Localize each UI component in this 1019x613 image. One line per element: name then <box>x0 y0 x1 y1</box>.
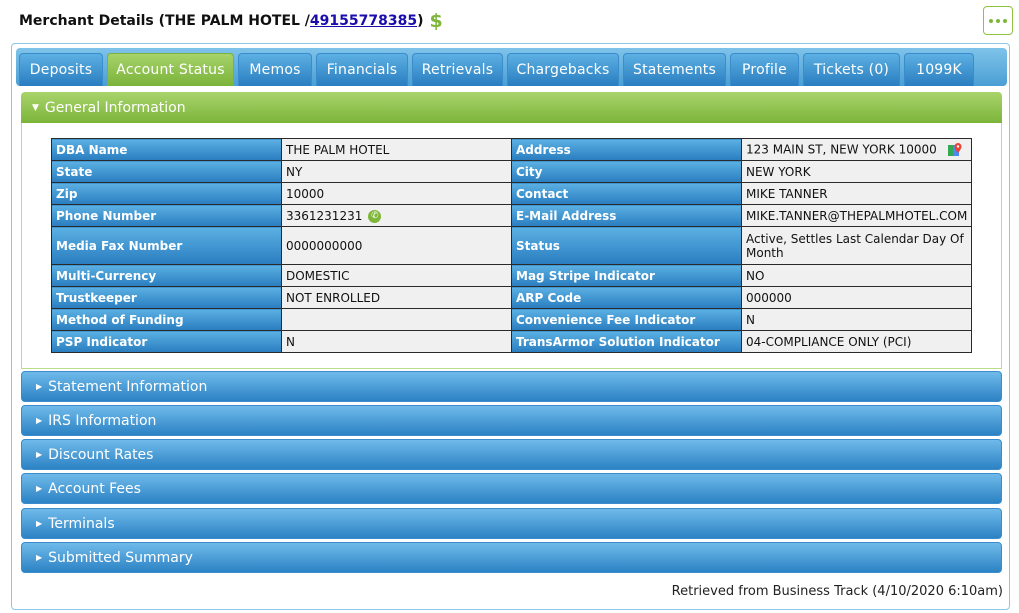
section-account-fees[interactable]: ▶ Account Fees <box>21 473 1002 504</box>
table-row: Trustkeeper NOT ENROLLED ARP Code 000000 <box>51 286 973 309</box>
label-phone: Phone Number <box>51 204 282 227</box>
tab-financials[interactable]: Financials <box>316 53 408 86</box>
tab-chargebacks[interactable]: Chargebacks <box>507 53 619 86</box>
value-dba-name: THE PALM HOTEL <box>281 138 512 161</box>
value-transarmor: 04-COMPLIANCE ONLY (PCI) <box>740 330 973 353</box>
label-contact: Contact <box>511 182 742 205</box>
caret-right-icon: ▶ <box>36 553 43 562</box>
value-method-of-funding <box>281 308 512 331</box>
table-row: DBA Name THE PALM HOTEL Address 123 MAIN… <box>51 138 973 161</box>
tab-account-status[interactable]: Account Status <box>107 53 234 86</box>
label-state: State <box>51 160 282 183</box>
caret-right-icon: ▶ <box>36 416 43 425</box>
value-address-cell: 123 MAIN ST, NEW YORK 10000 <box>740 138 973 161</box>
table-row: State NY City NEW YORK <box>51 160 973 183</box>
label-zip: Zip <box>51 182 282 205</box>
value-phone: 3361231231 <box>286 208 363 223</box>
section-title: General Information <box>44 99 186 116</box>
label-email: E-Mail Address <box>511 204 742 227</box>
section-label: IRS Information <box>48 412 157 429</box>
caret-down-icon: ▼ <box>32 102 39 113</box>
section-label: Account Fees <box>48 480 141 497</box>
general-information-body: DBA Name THE PALM HOTEL Address 123 MAIN… <box>21 123 1002 369</box>
section-submitted-summary[interactable]: ▶ Submitted Summary <box>21 542 1002 573</box>
caret-right-icon: ▶ <box>36 450 43 459</box>
label-address: Address <box>511 138 742 161</box>
tab-deposits[interactable]: Deposits <box>19 53 103 86</box>
phone-icon[interactable]: ✆ <box>368 209 382 223</box>
title-prefix: Merchant Details (THE PALM HOTEL / <box>19 13 310 29</box>
value-contact: MIKE TANNER <box>740 182 973 205</box>
table-row: Phone Number 3361231231 ✆ E-Mail Address … <box>51 204 973 227</box>
label-city: City <box>511 160 742 183</box>
label-status: Status <box>511 226 742 265</box>
dollar-icon[interactable]: $ <box>429 11 442 31</box>
label-convenience-fee: Convenience Fee Indicator <box>511 308 742 331</box>
value-address: 123 MAIN ST, NEW YORK 10000 <box>746 142 937 156</box>
value-zip: 10000 <box>281 182 512 205</box>
tab-retrievals[interactable]: Retrievals <box>412 53 503 86</box>
table-row: PSP Indicator N TransArmor Solution Indi… <box>51 330 973 353</box>
tab-tickets[interactable]: Tickets (0) <box>803 53 900 86</box>
title-suffix: ) <box>417 13 424 29</box>
tab-memos[interactable]: Memos <box>238 53 312 86</box>
value-mag-stripe: NO <box>740 264 973 287</box>
general-info-table: DBA Name THE PALM HOTEL Address 123 MAIN… <box>51 138 973 353</box>
dot-icon <box>1003 18 1007 23</box>
value-phone-cell: 3361231231 ✆ <box>281 204 512 227</box>
section-label: Submitted Summary <box>48 549 193 566</box>
value-media-fax: 0000000000 <box>281 226 512 265</box>
table-row: Zip 10000 Contact MIKE TANNER <box>51 182 973 205</box>
section-statement-information[interactable]: ▶ Statement Information <box>21 371 1002 402</box>
value-email: MIKE.TANNER@THEPALMHOTEL.COM <box>740 204 973 227</box>
dot-icon <box>989 18 993 23</box>
merchant-panel: Deposits Account Status Memos Financials… <box>11 43 1010 610</box>
map-pin-icon[interactable] <box>947 142 963 158</box>
retrieved-timestamp: Retrieved from Business Track (4/10/2020… <box>671 584 1003 599</box>
more-options-button[interactable] <box>983 6 1013 35</box>
table-row: Method of Funding Convenience Fee Indica… <box>51 308 973 331</box>
tab-bar: Deposits Account Status Memos Financials… <box>16 48 1007 86</box>
value-city: NEW YORK <box>740 160 973 183</box>
section-label: Terminals <box>48 515 115 532</box>
section-label: Discount Rates <box>48 446 154 463</box>
tab-1099k[interactable]: 1099K <box>904 53 974 86</box>
section-discount-rates[interactable]: ▶ Discount Rates <box>21 439 1002 470</box>
value-trustkeeper: NOT ENROLLED <box>281 286 512 309</box>
label-mag-stripe: Mag Stripe Indicator <box>511 264 742 287</box>
dot-icon <box>996 18 1000 23</box>
merchant-id-link[interactable]: 49155778385 <box>310 13 417 29</box>
value-arp-code: 000000 <box>740 286 973 309</box>
table-row: Multi-Currency DOMESTIC Mag Stripe Indic… <box>51 264 973 287</box>
caret-right-icon: ▶ <box>36 382 43 391</box>
section-label: Statement Information <box>48 378 208 395</box>
label-arp-code: ARP Code <box>511 286 742 309</box>
label-multi-currency: Multi-Currency <box>51 264 282 287</box>
caret-right-icon: ▶ <box>36 484 43 493</box>
value-multi-currency: DOMESTIC <box>281 264 512 287</box>
label-psp-indicator: PSP Indicator <box>51 330 282 353</box>
section-irs-information[interactable]: ▶ IRS Information <box>21 405 1002 436</box>
section-terminals[interactable]: ▶ Terminals <box>21 508 1002 539</box>
tab-profile[interactable]: Profile <box>730 53 799 86</box>
table-row: Media Fax Number 0000000000 Status Activ… <box>51 226 973 265</box>
value-status: Active, Settles Last Calendar Day Of Mon… <box>740 226 973 265</box>
tab-statements[interactable]: Statements <box>623 53 726 86</box>
label-dba-name: DBA Name <box>51 138 282 161</box>
value-psp-indicator: N <box>281 330 512 353</box>
general-information-header[interactable]: ▼ General Information <box>21 92 1002 123</box>
caret-right-icon: ▶ <box>36 519 43 528</box>
value-convenience-fee: N <box>740 308 973 331</box>
value-state: NY <box>281 160 512 183</box>
label-media-fax: Media Fax Number <box>51 226 282 265</box>
label-trustkeeper: Trustkeeper <box>51 286 282 309</box>
label-transarmor: TransArmor Solution Indicator <box>511 330 742 353</box>
page-title: Merchant Details (THE PALM HOTEL / 49155… <box>19 10 443 32</box>
label-method-of-funding: Method of Funding <box>51 308 282 331</box>
